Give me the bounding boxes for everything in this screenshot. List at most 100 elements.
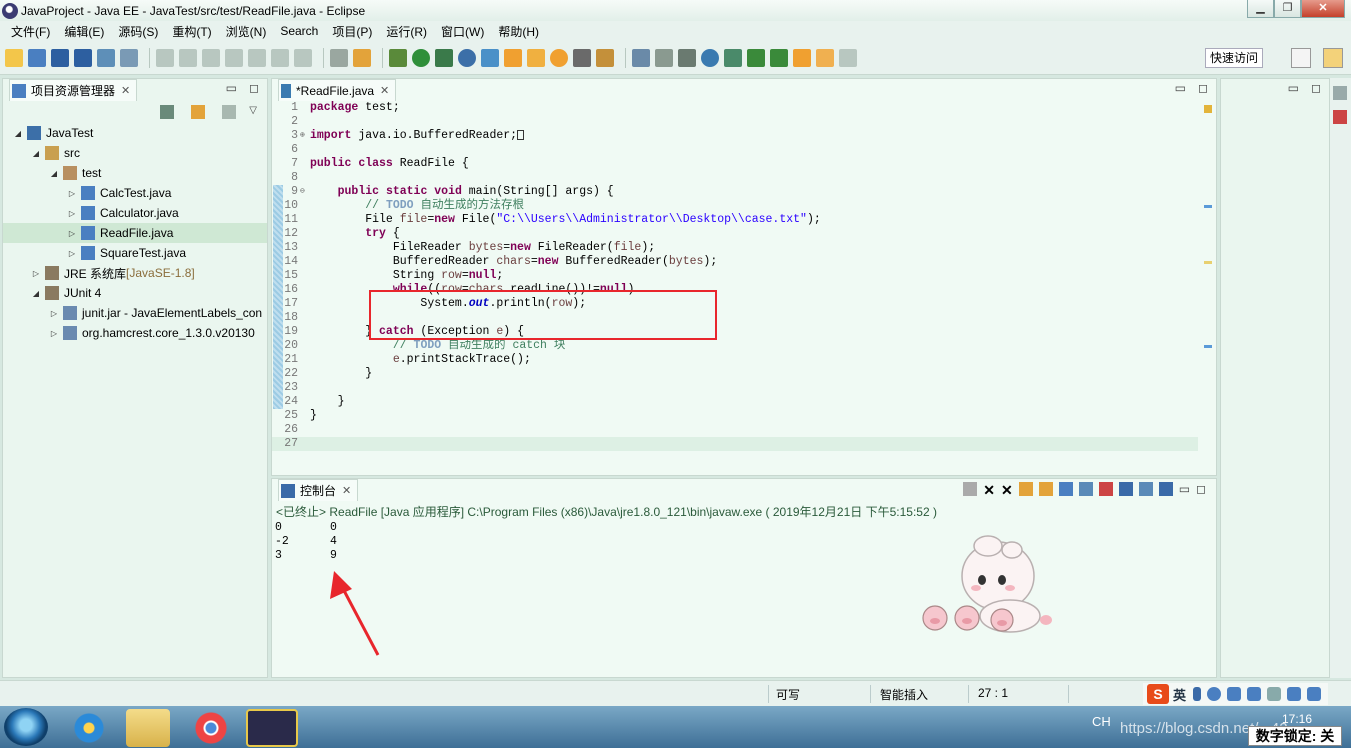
close-icon[interactable]: ✕ xyxy=(342,484,351,497)
start-button[interactable] xyxy=(4,708,48,746)
code-line[interactable]: 13 FileReader bytes=new FileReader(file)… xyxy=(272,241,1198,255)
code-line[interactable]: 20 // TODO 自动生成的 catch 块 xyxy=(272,339,1198,353)
save-icon[interactable] xyxy=(51,48,69,67)
link-with-editor-icon[interactable] xyxy=(191,105,206,119)
menu-project[interactable]: 项目(P) xyxy=(325,23,379,40)
pin-console-icon[interactable] xyxy=(1118,482,1133,496)
expand-toggle-icon[interactable]: ▷ xyxy=(67,229,77,238)
tree-item[interactable]: ◢ JavaTest xyxy=(3,123,267,143)
code-line[interactable]: 15 String row=null; xyxy=(272,269,1198,283)
search-icon[interactable] xyxy=(550,48,568,67)
chrome-icon[interactable] xyxy=(184,709,238,747)
tree-item[interactable]: ▷ JRE 系统库 [JavaSE-1.8] xyxy=(3,263,267,283)
minimize-view-icon[interactable]: ▭ xyxy=(226,81,237,95)
maximize-view-icon[interactable]: ◻ xyxy=(1311,81,1321,95)
code-line[interactable]: 21 e.printStackTrace(); xyxy=(272,353,1198,367)
debug-icon[interactable] xyxy=(389,48,407,67)
code-line[interactable]: 2 xyxy=(272,115,1198,129)
minimize-button[interactable]: ▁ xyxy=(1247,0,1274,18)
maximize-view-icon[interactable]: ◻ xyxy=(1198,81,1208,95)
java-ee-perspective-icon[interactable] xyxy=(1323,48,1343,68)
tab-package-explorer[interactable]: 项目资源管理器 ✕ xyxy=(9,79,138,101)
menu-help[interactable]: 帮助(H) xyxy=(491,23,546,40)
open-task-icon[interactable] xyxy=(527,48,545,67)
tree-item[interactable]: ◢ test xyxy=(3,163,267,183)
open-type-icon[interactable] xyxy=(504,48,522,67)
menu-refactor[interactable]: 重构(T) xyxy=(165,23,218,40)
code-line[interactable]: 10 // TODO 自动生成的方法存根 xyxy=(272,199,1198,213)
system-clock[interactable]: 17:16 xyxy=(1282,712,1312,726)
code-line[interactable]: 24 } xyxy=(272,395,1198,409)
word-wrap-icon[interactable] xyxy=(632,48,650,67)
emoji-icon[interactable] xyxy=(1207,687,1222,701)
clear-console-icon[interactable] xyxy=(1018,482,1033,496)
close-button[interactable]: ✕ xyxy=(1301,0,1345,18)
fold-toggle-icon[interactable]: ⊕ xyxy=(300,129,305,143)
menu-search[interactable]: Search xyxy=(273,24,325,38)
expand-toggle-icon[interactable]: ◢ xyxy=(31,149,41,158)
tree-item[interactable]: ▷ junit.jar - JavaElementLabels_con xyxy=(3,303,267,323)
expand-toggle-icon[interactable]: ▷ xyxy=(67,189,77,198)
maximize-view-icon[interactable]: ◻ xyxy=(249,81,259,95)
new-class-icon[interactable] xyxy=(770,48,788,67)
code-line[interactable]: 3 ⊕ import java.io.BufferedReader; xyxy=(272,129,1198,143)
punctuation-icon[interactable] xyxy=(1193,687,1202,701)
step-into-icon[interactable] xyxy=(248,48,266,67)
task-marker-icon[interactable] xyxy=(1204,345,1212,348)
ime-tray-label[interactable]: CH xyxy=(1092,714,1111,729)
user-icon[interactable] xyxy=(1267,687,1282,701)
code-line[interactable]: 27 xyxy=(272,437,1198,451)
minimize-view-icon[interactable]: ▭ xyxy=(1175,81,1186,95)
tab-console[interactable]: 控制台 ✕ xyxy=(278,479,359,501)
fold-toggle-icon[interactable]: ⊖ xyxy=(300,185,305,199)
task-marker-icon[interactable] xyxy=(1204,205,1212,208)
show-whitespace-icon[interactable] xyxy=(678,48,696,67)
ime-language-label[interactable]: 英 xyxy=(1173,685,1186,704)
tree-item[interactable]: ▷ org.hamcrest.core_1.3.0.v20130 xyxy=(3,323,267,343)
resume-icon[interactable] xyxy=(156,48,174,67)
new-icon[interactable] xyxy=(5,48,23,67)
menu-window[interactable]: 窗口(W) xyxy=(434,23,491,40)
file-explorer-icon[interactable] xyxy=(126,709,170,747)
mark-occurrences-icon[interactable] xyxy=(573,48,591,67)
expand-toggle-icon[interactable]: ◢ xyxy=(13,129,23,138)
new-server-icon[interactable] xyxy=(481,48,499,67)
tree-item[interactable]: ▷ ReadFile.java xyxy=(3,223,267,243)
terminate-icon[interactable] xyxy=(202,48,220,67)
menu-source[interactable]: 源码(S) xyxy=(111,23,165,40)
warning-marker-icon[interactable] xyxy=(1204,261,1212,264)
step-over-icon[interactable] xyxy=(271,48,289,67)
code-line[interactable]: 14 BufferedReader chars=new BufferedRead… xyxy=(272,255,1198,269)
minimize-view-icon[interactable]: ▭ xyxy=(1288,81,1299,95)
menu-run[interactable]: 运行(R) xyxy=(379,23,434,40)
use-step-filters-icon[interactable] xyxy=(353,48,371,67)
code-line[interactable]: 22 } xyxy=(272,367,1198,381)
tree-item[interactable]: ▷ CalcTest.java xyxy=(3,183,267,203)
close-icon[interactable]: ✕ xyxy=(380,84,389,97)
coverage-icon[interactable] xyxy=(435,48,453,67)
focus-icon[interactable] xyxy=(222,105,237,119)
disconnect-icon[interactable] xyxy=(225,48,243,67)
expand-toggle-icon[interactable]: ▷ xyxy=(31,269,41,278)
code-line[interactable]: 7 public class ReadFile { xyxy=(272,157,1198,171)
collapse-all-icon[interactable] xyxy=(160,105,175,119)
save-all-icon[interactable] xyxy=(74,48,92,67)
eclipse-javaee-icon[interactable] xyxy=(246,709,298,747)
word-wrap-icon[interactable] xyxy=(1058,482,1073,496)
show-on-stdout-icon[interactable] xyxy=(1078,482,1093,496)
expand-toggle-icon[interactable]: ▷ xyxy=(67,209,77,218)
quick-access-field[interactable]: 快速访问 xyxy=(1204,48,1263,68)
skin-icon[interactable] xyxy=(1287,687,1302,701)
open-console-icon[interactable] xyxy=(97,48,115,67)
expand-toggle-icon[interactable]: ▷ xyxy=(67,249,77,258)
terminate-icon[interactable] xyxy=(963,482,978,496)
code-line[interactable]: 9 ⊖ public static void main(String[] args… xyxy=(272,185,1198,199)
sogou-ime-icon[interactable]: S xyxy=(1147,684,1169,704)
back-icon[interactable] xyxy=(816,48,834,67)
minimize-view-icon[interactable]: ▭ xyxy=(1179,482,1190,499)
maximize-view-icon[interactable]: ◻ xyxy=(1196,482,1206,499)
code-line[interactable]: 6 xyxy=(272,143,1198,157)
code-line[interactable]: 8 xyxy=(272,171,1198,185)
toggle-block-icon[interactable] xyxy=(330,48,348,67)
code-line[interactable]: 25} xyxy=(272,409,1198,423)
